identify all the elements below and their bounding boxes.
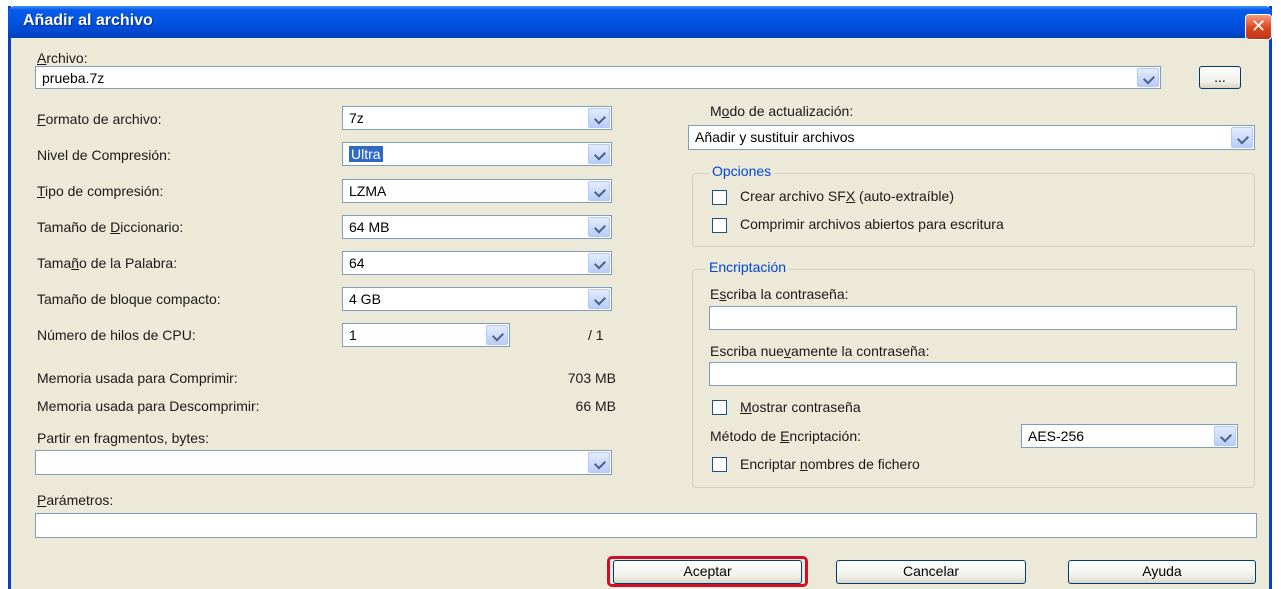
formato-label: Formato de archivo: bbox=[37, 111, 162, 127]
mostrar-checkbox[interactable] bbox=[712, 400, 727, 415]
archivo-combo[interactable]: prueba.7z bbox=[35, 66, 1161, 89]
palabra-label: Tamaño de la Palabra: bbox=[37, 255, 178, 271]
mem-comp-label: Memoria usada para Comprimir: bbox=[37, 370, 238, 386]
chevron-down-icon[interactable] bbox=[588, 253, 610, 273]
diccionario-label: Tamaño de Diccionario: bbox=[37, 219, 184, 235]
formato-combo[interactable]: 7z bbox=[342, 106, 612, 130]
title-bar[interactable]: Añadir al archivo ✕ bbox=[8, 6, 1272, 40]
metodo-label: Método de Encriptación: bbox=[710, 428, 861, 444]
bloque-combo[interactable]: 4 GB bbox=[342, 287, 612, 311]
browse-button[interactable]: ... bbox=[1199, 66, 1241, 89]
chevron-down-icon[interactable] bbox=[1137, 68, 1159, 87]
window-title: Añadir al archivo bbox=[23, 12, 153, 29]
nombres-checkbox[interactable] bbox=[712, 457, 727, 472]
parametros-field[interactable] bbox=[35, 513, 1257, 538]
nivel-value: Ultra bbox=[349, 146, 383, 162]
password-confirm-field[interactable] bbox=[709, 362, 1237, 386]
encriptacion-title: Encriptación bbox=[706, 259, 790, 275]
palabra-value: 64 bbox=[349, 255, 365, 271]
hilos-total: / 1 bbox=[588, 327, 604, 343]
sfx-label: Crear archivo SFX (auto-extraíble) bbox=[740, 188, 954, 204]
chevron-down-icon[interactable] bbox=[588, 217, 610, 237]
bloque-label: Tamaño de bloque compacto: bbox=[37, 291, 221, 307]
abiertos-label: Comprimir archivos abiertos para escritu… bbox=[740, 216, 1004, 232]
diccionario-combo[interactable]: 64 MB bbox=[342, 215, 612, 239]
nivel-combo[interactable]: Ultra bbox=[342, 142, 612, 166]
cancelar-button[interactable]: Cancelar bbox=[836, 560, 1026, 584]
chevron-down-icon[interactable] bbox=[588, 452, 610, 473]
partir-label: Partir en fragmentos, bytes: bbox=[37, 430, 209, 446]
nombres-label: Encriptar nombres de fichero bbox=[740, 456, 920, 472]
formato-value: 7z bbox=[349, 110, 364, 126]
password-label: Escriba la contraseña: bbox=[710, 286, 849, 302]
ayuda-button[interactable]: Ayuda bbox=[1068, 560, 1256, 584]
parametros-label: Parámetros: bbox=[37, 492, 114, 508]
chevron-down-icon[interactable] bbox=[588, 144, 610, 164]
modo-combo[interactable]: Añadir y sustituir archivos bbox=[688, 125, 1255, 150]
mostrar-label: Mostrar contraseña bbox=[740, 399, 861, 415]
mem-comp-value: 703 MB bbox=[567, 370, 616, 386]
metodo-combo[interactable]: AES-256 bbox=[1021, 424, 1238, 448]
chevron-down-icon[interactable] bbox=[588, 181, 610, 201]
abiertos-checkbox[interactable] bbox=[712, 218, 727, 233]
chevron-down-icon[interactable] bbox=[486, 325, 508, 345]
hilos-label: Número de hilos de CPU: bbox=[37, 327, 196, 343]
password-field[interactable] bbox=[709, 306, 1237, 330]
tipo-label: Tipo de compresión: bbox=[37, 183, 164, 199]
mem-desc-value: 66 MB bbox=[575, 398, 616, 414]
opciones-group bbox=[692, 173, 1255, 247]
partir-combo[interactable] bbox=[35, 450, 612, 475]
mem-desc-label: Memoria usada para Descomprimir: bbox=[37, 398, 260, 414]
chevron-down-icon[interactable] bbox=[588, 289, 610, 309]
aceptar-button[interactable]: Aceptar bbox=[613, 560, 802, 584]
modo-value: Añadir y sustituir archivos bbox=[695, 129, 855, 145]
nivel-label: Nivel de Compresión: bbox=[37, 147, 171, 163]
chevron-down-icon[interactable] bbox=[1231, 127, 1253, 148]
tipo-value: LZMA bbox=[349, 183, 387, 199]
metodo-value: AES-256 bbox=[1028, 428, 1085, 444]
archivo-value: prueba.7z bbox=[42, 70, 105, 86]
chevron-down-icon[interactable] bbox=[588, 108, 610, 128]
bloque-value: 4 GB bbox=[349, 291, 381, 307]
archivo-label: Archivo: bbox=[37, 50, 88, 66]
password-confirm-label: Escriba nuevamente la contraseña: bbox=[710, 343, 930, 359]
close-button[interactable]: ✕ bbox=[1245, 14, 1272, 40]
palabra-combo[interactable]: 64 bbox=[342, 251, 612, 275]
hilos-combo[interactable]: 1 bbox=[342, 323, 510, 347]
opciones-title: Opciones bbox=[709, 163, 775, 179]
tipo-combo[interactable]: LZMA bbox=[342, 179, 612, 203]
chevron-down-icon[interactable] bbox=[1214, 426, 1236, 446]
diccionario-value: 64 MB bbox=[349, 219, 390, 235]
modo-label: Modo de actualización: bbox=[710, 103, 854, 119]
hilos-value: 1 bbox=[349, 327, 357, 343]
sfx-checkbox[interactable] bbox=[712, 190, 727, 205]
